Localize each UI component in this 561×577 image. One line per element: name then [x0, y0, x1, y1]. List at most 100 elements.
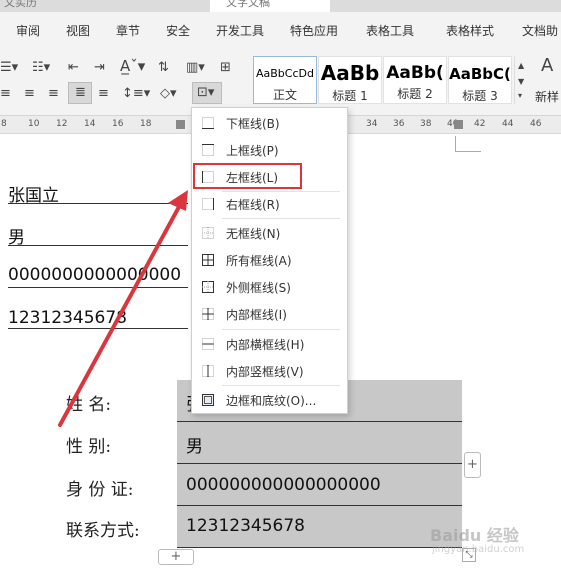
doc-line-id: 0000000000000000	[8, 265, 182, 285]
style-gallery-scroll[interactable]: ▲ ▼ ▾	[514, 56, 528, 104]
style-heading-1-sample: AaBb	[320, 61, 380, 85]
style-normal[interactable]: AaBbCcDd 正文	[253, 56, 317, 104]
table-value-id: 000000000000000000	[186, 475, 381, 495]
increase-indent-icon[interactable]: ⇥	[94, 60, 105, 76]
tab-features[interactable]: 特色应用	[290, 22, 338, 39]
ruler-tick: 12	[56, 119, 68, 129]
style-heading-3[interactable]: AaBbC( 标题 3	[448, 56, 512, 104]
doc-line-phone: 12312345678	[8, 308, 127, 328]
arrow-head	[168, 190, 188, 211]
new-style-label[interactable]: 新样	[535, 88, 559, 105]
menu-item-label: 右框线(R)	[226, 198, 280, 212]
style-heading-3-name: 标题 3	[462, 89, 498, 103]
menu-item-top-border[interactable]: 上框线(P)	[192, 139, 347, 161]
ruler-tick: 10	[28, 119, 40, 129]
menu-item-no-border[interactable]: 无框线(N)	[192, 222, 347, 244]
add-column-button[interactable]: +	[464, 452, 481, 478]
menu-item-inside-horizontal[interactable]: 内部横框线(H)	[192, 333, 347, 355]
menu-separator	[222, 385, 340, 386]
text-effects-icon[interactable]: A̲ˇ▾	[120, 58, 145, 74]
table-label-gender: 性 别:	[66, 437, 112, 457]
style-heading-1[interactable]: AaBb 标题 1	[318, 56, 382, 104]
ruler-tick: 18	[140, 119, 152, 129]
sort-icon[interactable]: ⇅	[158, 60, 169, 76]
table-border	[177, 505, 462, 506]
inside-vertical-border-icon	[202, 365, 214, 377]
columns-icon[interactable]: ▥▾	[186, 60, 205, 76]
watermark-text: Baidu 经验	[430, 526, 519, 545]
outside-borders-icon	[202, 281, 214, 293]
ruler-tick: 42	[474, 119, 486, 129]
ruler-tick: 38	[420, 119, 432, 129]
bullet-list-icon[interactable]: ☰▾	[0, 60, 18, 76]
document-tab-label: 文字文稿	[226, 0, 270, 9]
shading-icon[interactable]: ◇▾	[160, 86, 177, 102]
align-left-icon[interactable]: ≡	[0, 86, 11, 102]
ruler-tick: 14	[84, 119, 96, 129]
menu-item-bottom-border[interactable]: 下框线(B)	[192, 112, 347, 134]
menu-item-label: 上框线(P)	[226, 144, 279, 158]
menu-item-outside-borders[interactable]: 外侧框线(S)	[192, 276, 347, 298]
align-center-icon[interactable]: ≡	[24, 86, 35, 102]
menu-separator	[222, 329, 340, 330]
table-value-gender: 男	[186, 437, 203, 457]
menu-item-label: 内部横框线(H)	[226, 338, 305, 352]
line-spacing-icon[interactable]: ↕≡▾	[122, 86, 150, 102]
ruler-tick: 46	[530, 119, 542, 129]
ruler-tick: 36	[393, 119, 405, 129]
tab-developer[interactable]: 开发工具	[216, 22, 264, 39]
tab-table-tools[interactable]: 表格工具	[366, 22, 414, 39]
table-grid-icon[interactable]: ⊞	[220, 60, 231, 76]
document-tab[interactable]: 文字文稿	[210, 0, 330, 12]
menu-separator	[222, 218, 340, 219]
style-normal-name: 正文	[272, 88, 297, 102]
ruler-indent-marker[interactable]	[176, 120, 185, 129]
tab-doc-helper[interactable]: 文档助	[522, 22, 558, 39]
menu-item-right-border[interactable]: 右框线(R)	[192, 193, 347, 215]
menu-item-label: 无框线(N)	[226, 227, 281, 241]
new-style-icon[interactable]: A	[541, 57, 553, 75]
style-heading-2-name: 标题 2	[397, 87, 433, 101]
justify-button[interactable]: ≣	[68, 82, 92, 104]
underline	[8, 287, 188, 288]
watermark: Baidu 经验 jingyan.baidu.com	[430, 520, 560, 570]
borders-icon: ⊡▾	[197, 85, 215, 100]
menu-item-label: 所有框线(A)	[226, 254, 292, 268]
table-cell[interactable]	[177, 422, 462, 463]
border-dropdown-menu: 下框线(B) 上框线(P) 左框线(L) 右框线(R) 无框线(N) 所有框线(…	[191, 107, 348, 414]
align-right-icon[interactable]: ≡	[48, 86, 59, 102]
borders-button[interactable]: ⊡▾	[192, 82, 222, 104]
underline	[8, 245, 188, 246]
table-label-name: 姓 名:	[66, 395, 112, 415]
tab-view[interactable]: 视图	[66, 22, 90, 39]
add-row-button[interactable]: +	[158, 549, 194, 565]
decrease-indent-icon[interactable]: ⇤	[68, 60, 79, 76]
table-label-id: 身 份 证:	[66, 480, 134, 500]
style-heading-1-name: 标题 1	[332, 89, 368, 103]
tab-chapter[interactable]: 章节	[116, 22, 140, 39]
tab-security[interactable]: 安全	[166, 22, 190, 39]
title-bar: 文实历 文字文稿	[0, 0, 561, 12]
justify-icon: ≣	[75, 85, 86, 100]
numbered-list-icon[interactable]: ☷▾	[32, 60, 50, 76]
distribute-icon[interactable]: ≡	[98, 86, 109, 102]
borders-shading-icon	[202, 394, 214, 406]
menu-item-label: 外侧框线(S)	[226, 281, 291, 295]
bottom-border-icon	[202, 117, 214, 129]
tab-table-style[interactable]: 表格样式	[446, 22, 494, 39]
all-borders-icon	[202, 254, 214, 266]
tab-review[interactable]: 审阅	[16, 22, 40, 39]
style-heading-2[interactable]: AaBb( 标题 2	[383, 56, 447, 104]
table-border	[177, 547, 462, 548]
expand-gallery-icon: ▾	[518, 91, 523, 100]
menu-item-borders-shading[interactable]: 边框和底纹(O)...	[192, 389, 347, 411]
menu-item-inside-borders[interactable]: 内部框线(I)	[192, 303, 347, 325]
highlight-box	[193, 163, 302, 189]
style-heading-2-sample: AaBb(	[386, 63, 444, 83]
style-heading-3-sample: AaBbC(	[449, 65, 511, 83]
ruler-margin-marker[interactable]	[454, 120, 463, 129]
title-left-text: 文实历	[4, 0, 37, 9]
menu-item-all-borders[interactable]: 所有框线(A)	[192, 249, 347, 271]
menu-item-inside-vertical[interactable]: 内部竖框线(V)	[192, 360, 347, 382]
inside-horizontal-border-icon	[202, 338, 214, 350]
